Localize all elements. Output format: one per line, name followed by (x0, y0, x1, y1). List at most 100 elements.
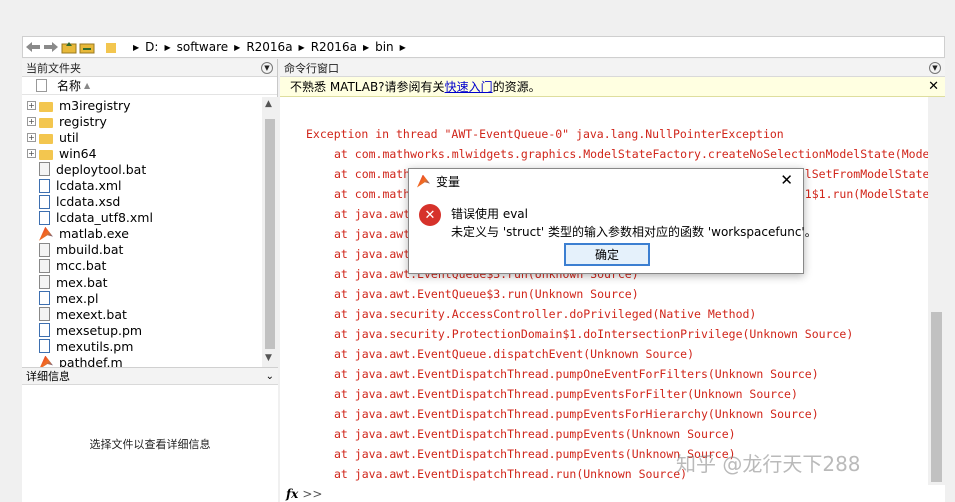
list-item[interactable]: + m3iregistry (22, 97, 262, 113)
current-folder-header: 当前文件夹 ▼ (22, 59, 277, 77)
file-list-scrollbar[interactable]: ▲ ▼ (262, 97, 278, 367)
details-body: 选择文件以查看详细信息 (22, 385, 278, 502)
details-title: 详细信息 (26, 370, 70, 383)
list-item[interactable]: + win64 (22, 145, 262, 161)
file-name: lcdata_utf8.xml (56, 210, 153, 226)
ok-button[interactable]: 确定 (564, 243, 650, 266)
scroll-up-icon[interactable]: ▲ (265, 99, 272, 109)
address-bar[interactable]: ▶ D: ▶ software ▶ R2016a ▶ R2016a ▶ bin ▶ (22, 36, 945, 58)
list-item[interactable]: pathdef.m (22, 355, 262, 367)
matlab-file-icon (39, 355, 53, 367)
breadcrumb-separator-icon[interactable]: ▶ (234, 43, 240, 52)
breadcrumb-separator-icon[interactable]: ▶ (164, 43, 170, 52)
list-item[interactable]: + util (22, 129, 262, 145)
document-icon (39, 291, 50, 306)
list-item[interactable]: mex.pl (22, 290, 262, 306)
sort-ascending-icon: ▲ (84, 81, 91, 90)
expand-icon[interactable]: + (27, 148, 36, 158)
browse-folder-icon[interactable] (79, 39, 95, 55)
breadcrumb-item[interactable]: bin (375, 40, 394, 54)
list-item[interactable]: mexext.bat (22, 306, 262, 322)
matlab-file-icon (39, 226, 53, 241)
window-edge (945, 34, 955, 502)
panel-menu-icon[interactable]: ▼ (929, 61, 941, 74)
console-line: at com.mathworks.mlwidgets.graphics.Mode… (334, 147, 928, 161)
console-line: at java.awt.EventDispatchThread.pumpEven… (334, 427, 736, 441)
chevron-down-icon[interactable]: ⌄ (266, 371, 274, 382)
up-folder-icon[interactable] (61, 39, 77, 55)
folder-icon (39, 101, 53, 112)
file-name: mex.bat (56, 274, 108, 290)
console-output[interactable]: Exception in thread "AWT-EventQueue-0" j… (280, 97, 928, 485)
list-item[interactable]: mexsetup.pm (22, 322, 262, 338)
panel-menu-icon[interactable]: ▼ (261, 61, 273, 74)
forward-arrow-icon[interactable] (43, 39, 59, 55)
file-type-column-icon (36, 79, 47, 92)
nav-buttons (23, 39, 119, 55)
getting-started-link[interactable]: 快速入门 (445, 78, 493, 95)
notice-text-before: 不熟悉 MATLAB?请参阅有关 (290, 80, 445, 94)
prompt-symbol: >> (302, 486, 323, 501)
dialog-title: 变量 (436, 174, 461, 189)
error-icon: ✕ (419, 204, 441, 226)
breadcrumb-item[interactable]: software (177, 40, 229, 54)
breadcrumb: ▶ D: ▶ software ▶ R2016a ▶ R2016a ▶ bin ▶ (127, 40, 412, 54)
file-list: + m3iregistry + registry + util + win64 deployto… (22, 97, 262, 367)
file-name: lcdata.xsd (56, 194, 121, 210)
list-item[interactable]: mexutils.pm (22, 338, 262, 354)
file-name: m3iregistry (59, 97, 131, 113)
console-line: Exception in thread "AWT-EventQueue-0" j… (306, 127, 784, 141)
document-icon (39, 339, 50, 354)
console-line: at java.awt.EventDispatchThread.run(Unkn… (334, 467, 688, 481)
details-header[interactable]: 详细信息 ⌄ (22, 367, 278, 385)
file-name: mex.pl (56, 290, 99, 306)
console-line: at java.security.AccessController.doPriv… (334, 307, 757, 321)
breadcrumb-item[interactable]: D: (145, 40, 158, 54)
list-item[interactable]: mbuild.bat (22, 242, 262, 258)
batch-file-icon (39, 242, 50, 257)
scrollbar-thumb[interactable] (265, 119, 275, 349)
list-item[interactable]: lcdata_utf8.xml (22, 210, 262, 226)
file-name: win64 (59, 145, 97, 161)
console-line: at java.security.ProtectionDomain$1.doIn… (334, 327, 854, 341)
batch-file-icon (39, 258, 50, 273)
list-item[interactable]: deploytool.bat (22, 161, 262, 177)
list-item[interactable]: mex.bat (22, 274, 262, 290)
close-icon[interactable]: ✕ (780, 171, 793, 189)
folder-icon (39, 133, 53, 144)
scroll-down-icon[interactable]: ▼ (265, 353, 272, 363)
expand-icon[interactable]: + (27, 100, 36, 110)
batch-file-icon (39, 162, 50, 177)
dialog-titlebar: 变量 ✕ (409, 169, 803, 193)
list-item[interactable]: + registry (22, 113, 262, 129)
error-dialog: 变量 ✕ ✕ 错误使用 eval 未定义与 'struct' 类型的输入参数相对… (408, 168, 817, 274)
console-line: at java.awt.EventQueue.dispatchEvent(Unk… (334, 347, 695, 361)
console-scrollbar[interactable] (928, 97, 945, 485)
function-browser-icon[interactable]: fx (286, 487, 298, 501)
error-message-detail: 未定义与 'struct' 类型的输入参数相对应的函数 'workspacefu… (451, 225, 817, 239)
getting-started-notice: 不熟悉 MATLAB?请参阅有关 快速入门 的资源。 ✕ (280, 77, 945, 97)
expand-icon[interactable]: + (27, 132, 36, 142)
scrollbar-thumb[interactable] (931, 312, 942, 482)
back-arrow-icon[interactable] (25, 39, 41, 55)
list-item[interactable]: lcdata.xml (22, 177, 262, 193)
list-item[interactable]: lcdata.xsd (22, 194, 262, 210)
list-item[interactable]: mcc.bat (22, 258, 262, 274)
close-notice-icon[interactable]: ✕ (928, 79, 939, 94)
file-name: pathdef.m (59, 355, 123, 367)
breadcrumb-separator-icon[interactable]: ▶ (299, 43, 305, 52)
command-prompt[interactable]: fx >> (280, 485, 945, 502)
breadcrumb-separator-icon[interactable]: ▶ (363, 43, 369, 52)
breadcrumb-separator-icon[interactable]: ▶ (133, 43, 139, 52)
folder-icon (39, 149, 53, 160)
expand-icon[interactable]: + (27, 116, 36, 126)
document-icon (39, 323, 50, 338)
name-column-label: 名称 (57, 79, 82, 93)
breadcrumb-item[interactable]: R2016a (311, 40, 357, 54)
command-window-header: 命令行窗口 ▼ (280, 59, 945, 77)
column-header[interactable]: 名称 ▲ (22, 77, 277, 95)
breadcrumb-separator-icon[interactable]: ▶ (400, 43, 406, 52)
list-item[interactable]: matlab.exe (22, 226, 262, 242)
breadcrumb-item[interactable]: R2016a (246, 40, 292, 54)
file-name: deploytool.bat (56, 161, 147, 177)
